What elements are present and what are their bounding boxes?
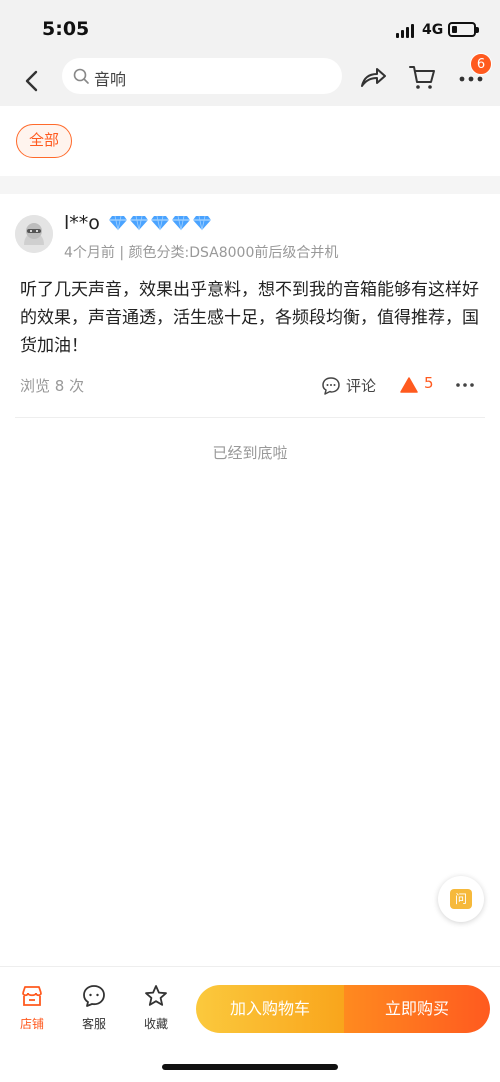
diamond-icon xyxy=(130,215,148,231)
favorite-label: 收藏 xyxy=(143,1017,168,1031)
more-icon[interactable] xyxy=(455,377,475,393)
review-meta: 4个月前 | 颜色分类:DSA8000前后级合并机 xyxy=(64,245,339,261)
diamond-icon xyxy=(151,215,169,231)
filter-chip-all[interactable]: 全部 xyxy=(16,124,72,158)
question-icon: 问 xyxy=(450,889,472,909)
chevron-left-icon[interactable] xyxy=(18,64,46,98)
review-divider xyxy=(15,417,485,418)
nav-bar: 音响 6 xyxy=(0,53,500,106)
diamond-icon xyxy=(109,215,127,231)
search-icon xyxy=(73,68,89,84)
ask-button[interactable]: 问 xyxy=(438,876,484,922)
more-badge: 6 xyxy=(470,53,492,75)
buy-now-button[interactable]: 立即购买 xyxy=(344,985,490,1033)
comment-button[interactable]: 评论 xyxy=(346,375,376,396)
view-count: 浏览 8 次 xyxy=(20,377,85,395)
level-gems xyxy=(108,212,212,234)
star-icon xyxy=(145,985,167,1006)
cart-icon[interactable] xyxy=(407,62,437,92)
service-label: 客服 xyxy=(81,1017,106,1031)
store-tab[interactable]: 店铺 xyxy=(12,983,52,1033)
diamond-icon xyxy=(172,215,190,231)
search-input[interactable]: 音响 xyxy=(62,58,342,94)
like-count[interactable]: 5 xyxy=(424,374,434,392)
search-query: 音响 xyxy=(94,70,127,89)
signal-icon xyxy=(396,24,416,38)
comment-icon[interactable] xyxy=(321,376,341,396)
user-name[interactable]: l**o xyxy=(64,212,100,234)
status-time: 5:05 xyxy=(42,18,90,40)
section-divider xyxy=(0,176,500,194)
store-label: 店铺 xyxy=(19,1017,44,1031)
filter-bar: 全部 xyxy=(0,106,500,176)
upvote-icon[interactable] xyxy=(400,377,418,393)
review-card: l**o 4个月前 | 颜色分类:DSA8000前后级合并机 听了几天声音，效果… xyxy=(0,194,500,419)
review-content: 听了几天声音，效果出乎意料，想不到我的音箱能够有这样好的效果，声音通透，活生感十… xyxy=(20,280,479,356)
share-icon[interactable] xyxy=(358,62,388,92)
end-of-list-text: 已经到底啦 xyxy=(212,444,288,462)
service-tab[interactable]: 客服 xyxy=(74,983,114,1033)
store-icon xyxy=(22,986,42,1006)
home-indicator[interactable] xyxy=(162,1064,338,1070)
chat-icon xyxy=(83,985,105,1007)
network-label: 4G xyxy=(422,22,444,38)
add-to-cart-button[interactable]: 加入购物车 xyxy=(196,985,344,1033)
status-bar: 5:05 4G xyxy=(0,0,500,58)
avatar[interactable] xyxy=(15,215,53,253)
battery-icon xyxy=(448,22,479,37)
diamond-icon xyxy=(193,215,211,231)
favorite-tab[interactable]: 收藏 xyxy=(136,983,176,1033)
